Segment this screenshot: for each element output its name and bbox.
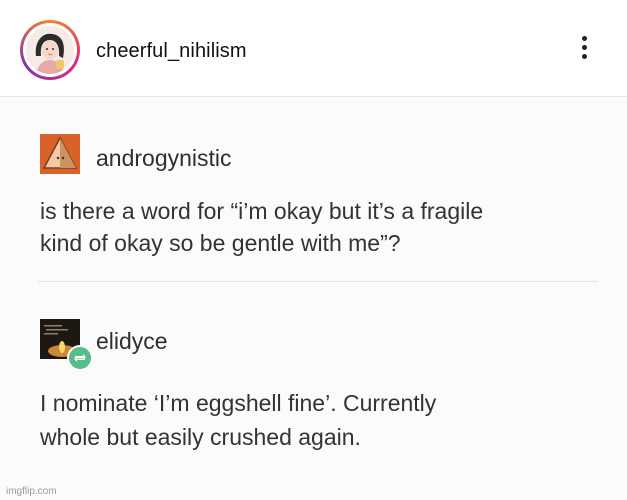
pyramid-avatar-icon [40, 134, 80, 174]
reblog-icon [67, 345, 93, 371]
section-divider [38, 281, 598, 282]
more-vertical-icon[interactable] [576, 34, 592, 68]
story-ring[interactable] [20, 20, 80, 80]
profile-photo-icon [26, 26, 74, 74]
poster-username[interactable]: elidyce [96, 328, 168, 355]
page: cheerful_nihilism androgynistic is there… [0, 0, 627, 500]
watermark: imgflip.com [6, 486, 57, 497]
tumblr-screenshot: androgynistic is there a word for “i’m o… [0, 97, 627, 500]
poster-username[interactable]: androgynistic [96, 145, 232, 172]
post-text: I nominate ‘I’m eggshell fine’. Currentl… [40, 390, 437, 450]
post-header: cheerful_nihilism [0, 0, 627, 97]
account-username[interactable]: cheerful_nihilism [96, 40, 247, 63]
post-text: is there a word for “i’m okay but it’s a… [40, 198, 484, 256]
